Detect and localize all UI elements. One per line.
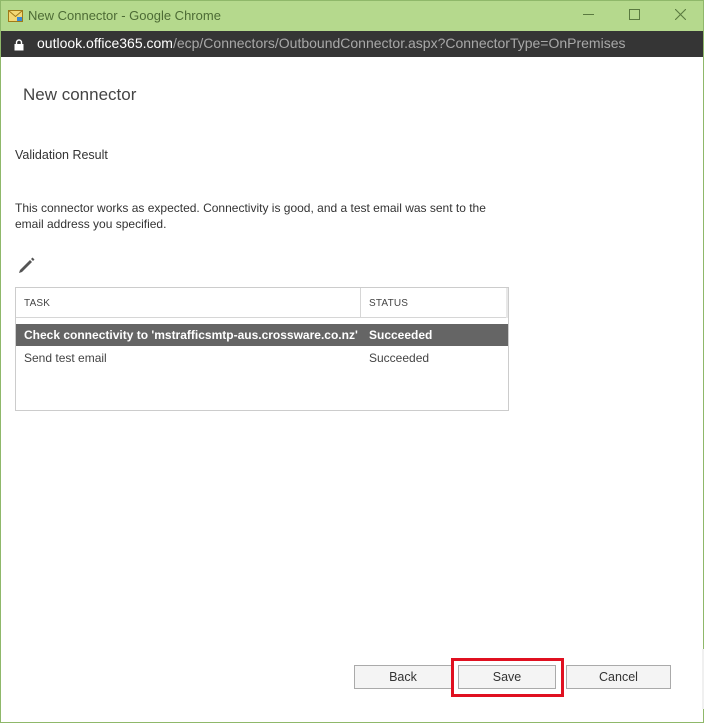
table-row[interactable]: Check connectivity to 'mstrafficsmtp-aus… [16, 324, 508, 346]
title-bar: New Connector - Google Chrome [1, 1, 703, 31]
close-button[interactable] [657, 1, 703, 31]
pencil-icon[interactable] [17, 257, 35, 273]
status-cell: Succeeded [369, 328, 433, 342]
task-cell: Check connectivity to 'mstrafficsmtp-aus… [24, 328, 358, 342]
minimize-button[interactable] [565, 1, 611, 31]
browser-window: New Connector - Google Chrome outlook.of… [0, 0, 704, 723]
column-header-task[interactable]: TASK [24, 298, 50, 309]
minimize-icon [582, 7, 594, 25]
column-header-status[interactable]: STATUS [369, 298, 408, 309]
window-title: New Connector - Google Chrome [28, 8, 221, 23]
page-title: New connector [23, 85, 137, 104]
back-button[interactable]: Back [354, 665, 452, 689]
url-text[interactable]: outlook.office365.com/ecp/Connectors/Out… [37, 35, 626, 51]
close-icon [674, 7, 686, 25]
status-cell: Succeeded [369, 351, 430, 365]
url-domain: outlook.office365.com [37, 35, 173, 51]
maximize-icon [628, 7, 640, 25]
url-path: /ecp/Connectors/OutboundConnector.aspx?C… [172, 35, 626, 51]
table-row[interactable]: Send test email Succeeded [16, 347, 508, 369]
address-bar[interactable]: outlook.office365.com/ecp/Connectors/Out… [1, 31, 703, 57]
task-cell: Send test email [24, 351, 107, 365]
header-scroll-edge [506, 288, 508, 318]
cancel-button[interactable]: Cancel [566, 665, 671, 689]
envelope-icon [8, 9, 23, 22]
validation-message: This connector works as expected. Connec… [15, 201, 486, 231]
save-button[interactable]: Save [458, 665, 556, 689]
lock-icon[interactable] [14, 38, 24, 51]
validation-task-table: TASK STATUS Check connectivity to 'mstra… [15, 287, 509, 411]
column-divider[interactable] [360, 288, 361, 318]
section-heading: Validation Result [15, 148, 108, 162]
maximize-button[interactable] [611, 1, 657, 31]
table-header: TASK STATUS [16, 288, 508, 318]
